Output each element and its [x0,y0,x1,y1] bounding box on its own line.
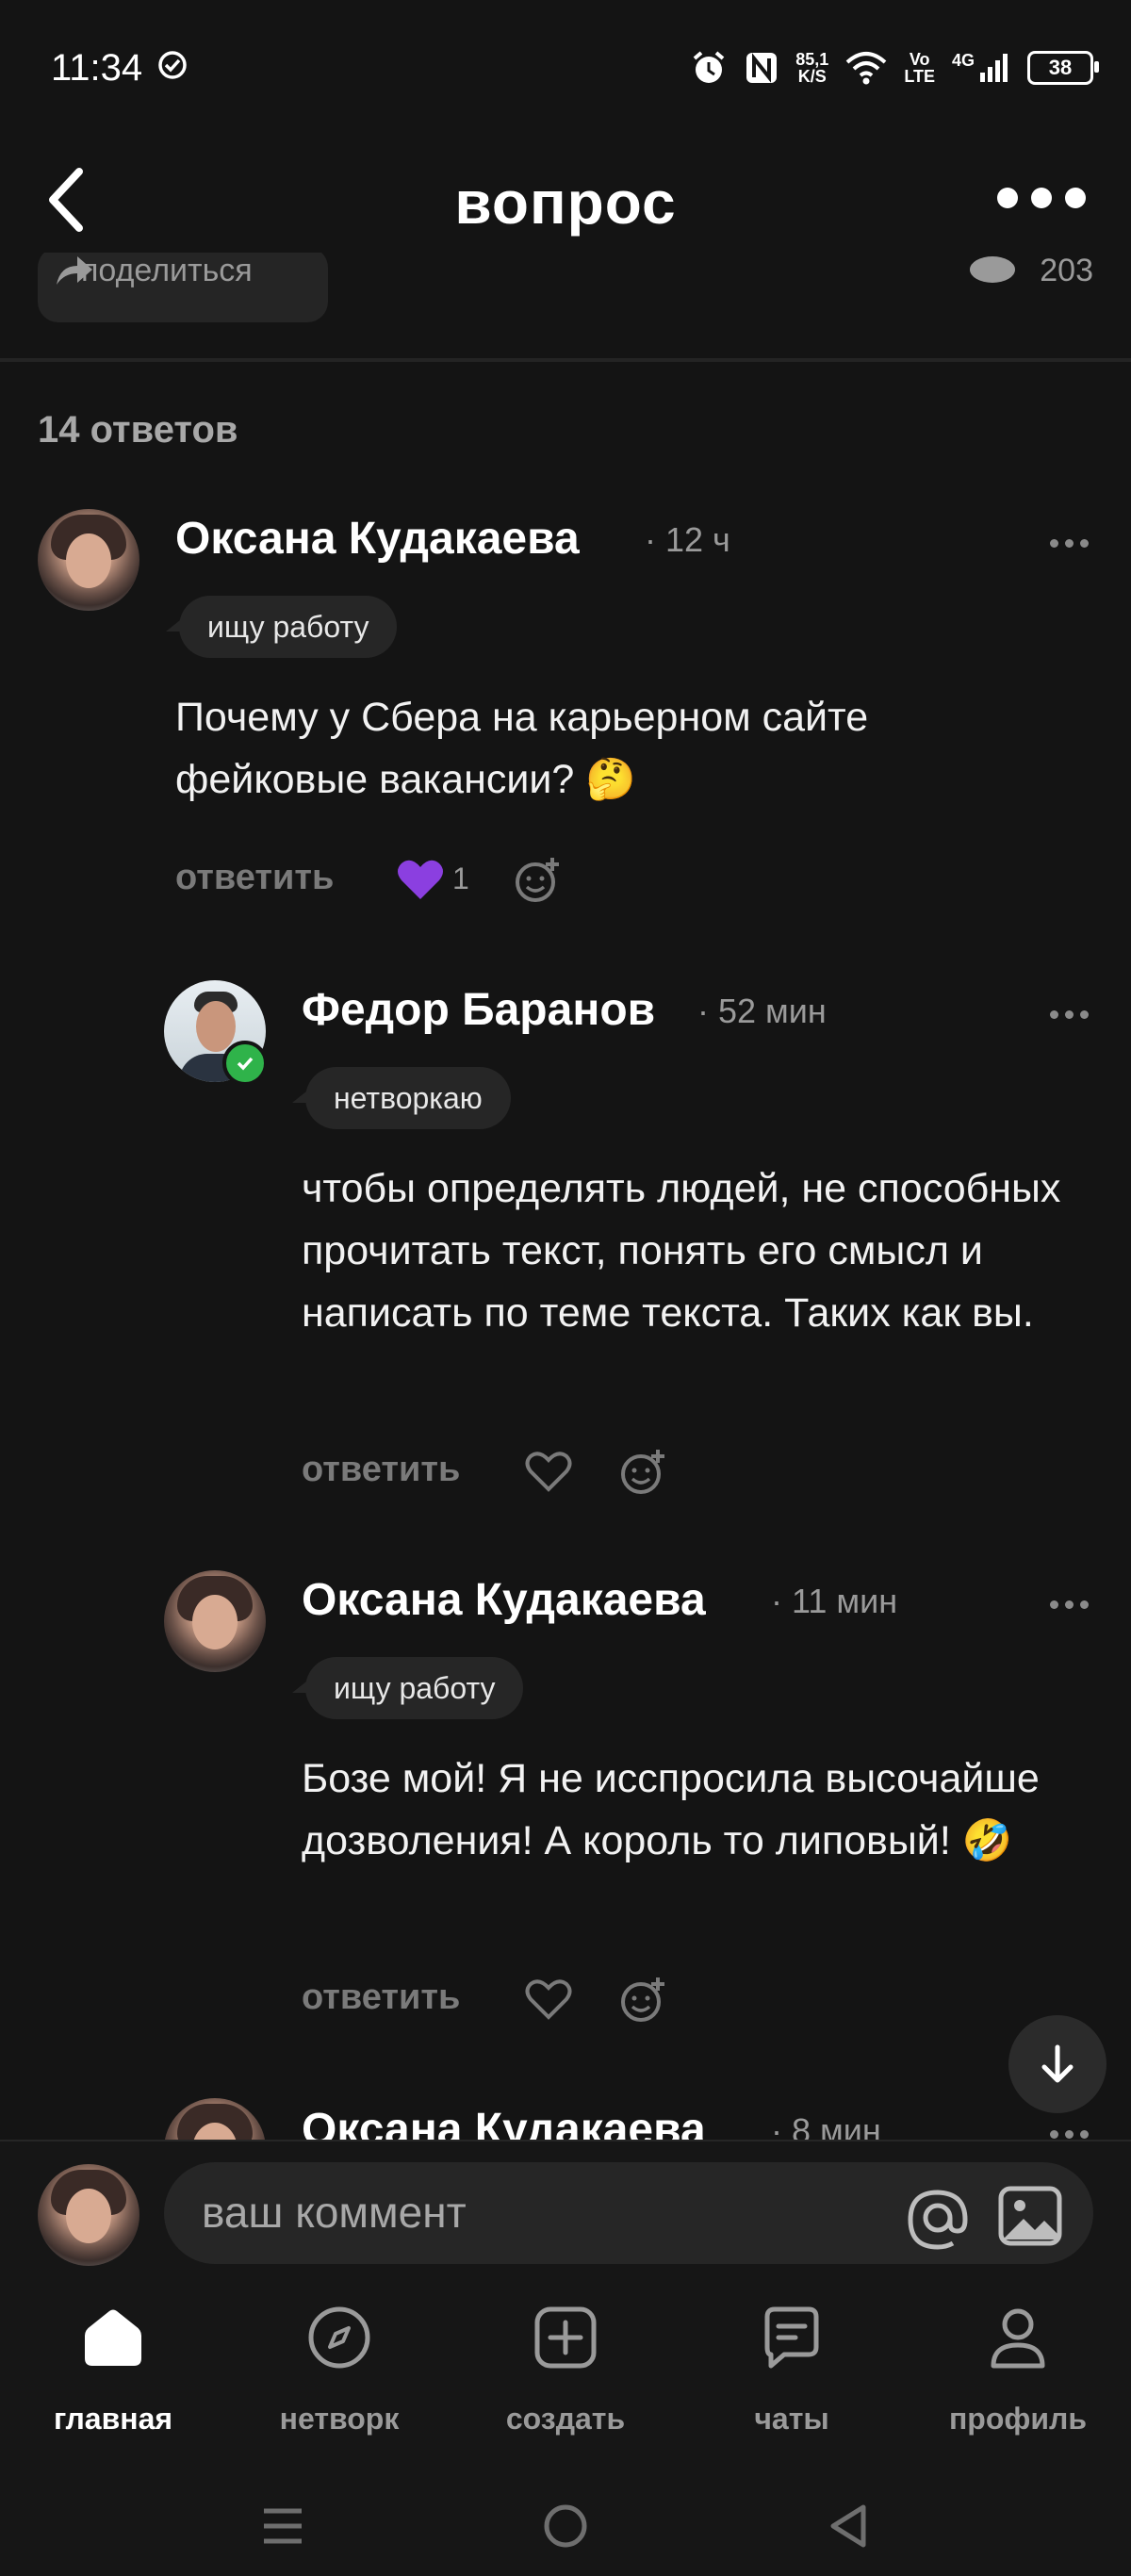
comment-time: · 8 мин [771,2111,881,2140]
add-reaction-icon[interactable] [618,1448,667,1497]
scroll-down-button[interactable] [1008,2015,1106,2113]
more-options-button[interactable] [990,179,1093,217]
top-bar: вопрос [0,141,1131,254]
eye-icon [970,256,1015,283]
comment-menu-button[interactable] [1041,1595,1097,1614]
comment-author[interactable]: Оксана Кудакаева [175,513,580,565]
tab-chats-label: чаты [754,2402,829,2436]
heart-filled-icon[interactable] [396,858,445,903]
compass-icon [308,2306,370,2369]
signal-icon: 4G [952,52,1010,84]
like-count: 1 [452,861,469,895]
comment-menu-button[interactable] [1041,533,1097,552]
divider [0,358,1131,362]
comment-author[interactable]: Оксана Кудакаева [302,2104,706,2140]
plus-square-icon [534,2306,597,2369]
status-tag: ищу работу [305,1657,524,1719]
volte-indicator: Vo LTE [904,50,935,86]
comment-author[interactable]: Федор Баранов [302,984,655,1036]
share-label: поделиться [81,253,253,288]
reply-button[interactable]: ответить [175,858,334,898]
status-tag: ищу работу [179,596,398,658]
add-reaction-icon[interactable] [618,1976,667,2025]
heart-outline-icon[interactable] [524,1450,573,1495]
alarm-icon [693,51,725,83]
status-bar: 11:34 85,1 K/S Vo LTE 4G 38 [0,0,1131,141]
comment-text: Бозе мой! Я не исспросила высочайше дозв… [302,1756,1040,1863]
comment-menu-button[interactable] [1041,2125,1097,2140]
attach-image-button[interactable] [997,2183,1063,2249]
tab-create[interactable]: создать [471,2304,660,2436]
comment-author[interactable]: Оксана Кудакаева [302,1574,706,1626]
avatar[interactable] [164,1570,266,1672]
home-icon [85,2309,141,2366]
comment-time: · 12 ч [645,520,730,559]
wifi-icon [845,52,887,85]
verified-badge-icon [222,1041,268,1086]
tab-profile-label: профиль [948,2402,1088,2436]
avatar[interactable] [38,509,139,611]
back-triangle-icon[interactable] [811,2488,886,2564]
net-speed: 85,1 K/S [795,50,829,86]
comment-input-placeholder: ваш коммент [202,2188,467,2237]
chat-icon [764,2306,819,2369]
person-icon [991,2308,1045,2369]
battery-indicator: 38 [1027,51,1099,85]
tab-chats[interactable]: чаты [697,2304,886,2436]
tab-create-label: создать [505,2402,626,2436]
home-circle-icon[interactable] [528,2488,603,2564]
avatar[interactable] [164,2098,266,2140]
menu-icon[interactable] [245,2488,320,2564]
mention-button[interactable] [905,2185,971,2251]
tab-network-label: нетворк [279,2402,400,2436]
tab-profile[interactable]: профиль [924,2304,1112,2436]
comment-time: · 11 мин [771,1582,898,1620]
comment-time: · 52 мин [697,992,827,1030]
nfc-icon [746,53,778,83]
tab-network[interactable]: нетворк [245,2304,434,2436]
page-title: вопрос [454,169,677,237]
arrow-down-icon [1041,2044,1074,2083]
reply-button[interactable]: ответить [302,1977,460,2018]
answers-count: 14 ответов [38,409,238,451]
comment-text: Почему у Сбера на карьерном сайте фейков… [175,695,869,802]
check-circle-icon [158,51,187,79]
comment-menu-button[interactable] [1041,1005,1097,1024]
comment: Оксана Кудакаева · 8 мин [0,2098,1131,2140]
status-icons: 85,1 K/S Vo LTE 4G 38 [690,41,1099,94]
add-reaction-icon[interactable] [513,856,562,905]
heart-outline-icon[interactable] [524,1977,573,2023]
status-time: 11:34 [51,47,143,89]
reply-button[interactable]: ответить [302,1450,460,1490]
user-avatar[interactable] [38,2164,139,2266]
status-tag: нетворкаю [305,1067,511,1129]
divider [0,2140,1131,2141]
tab-home[interactable]: главная [19,2304,207,2436]
tab-home-label: главная [53,2402,173,2436]
views-count: 203 [1040,253,1093,288]
comment-text: чтобы определять людей, не способных про… [302,1166,1061,1336]
